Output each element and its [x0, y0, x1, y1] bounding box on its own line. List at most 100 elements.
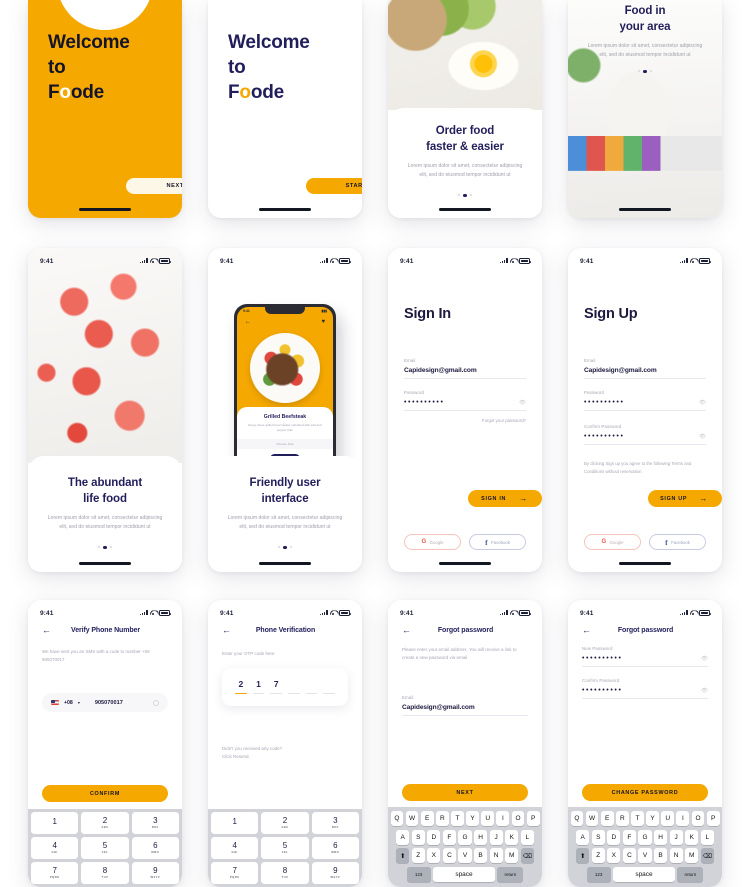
key[interactable]: I — [496, 811, 510, 826]
key[interactable]: D — [427, 829, 441, 845]
eye-toggle-icon[interactable]: 👁 — [701, 656, 708, 662]
keyboard-row-2[interactable]: A S D F G H J K L — [571, 829, 720, 845]
numpad-key[interactable]: 9 WXYZ — [131, 862, 179, 884]
email-input-row[interactable]: Capidesign@gmail.com — [404, 367, 526, 379]
key[interactable]: J — [669, 829, 683, 845]
numpad-key[interactable]: 2 ABC — [81, 812, 129, 834]
keyboard-row-4[interactable]: 123 space return — [391, 866, 540, 882]
phone-number-value[interactable]: 905070017 — [85, 700, 148, 706]
heart-icon[interactable]: ♥ — [321, 319, 325, 325]
email-input-row[interactable]: Capidesign@gmail.com — [584, 367, 706, 379]
numpad-key[interactable]: 6 MNO — [311, 837, 359, 859]
key[interactable]: L — [700, 829, 714, 845]
numpad-key[interactable]: 5 JKL — [261, 837, 309, 859]
facebook-login-button[interactable]: f Facebook — [469, 534, 526, 550]
google-login-button[interactable]: G Google — [404, 534, 461, 550]
email-input-row[interactable]: Capidesign@gmail.com — [402, 704, 528, 716]
key[interactable]: D — [607, 829, 621, 845]
screen-phone-verification[interactable]: 9:41 ← Phone Verification Enter your OTP… — [208, 600, 362, 887]
key[interactable]: E — [600, 811, 614, 826]
key[interactable]: Y — [466, 811, 479, 826]
page-dots[interactable] — [28, 545, 182, 549]
key[interactable]: S — [411, 829, 425, 845]
confirm-password-field[interactable]: Confirm Password •••••••••• 👁 — [584, 424, 706, 445]
screen-sign-up[interactable]: 9:41 Sign Up Email Capidesign@gmail.com … — [568, 248, 722, 572]
key[interactable]: J — [489, 829, 503, 845]
key[interactable]: U — [481, 811, 495, 826]
space-key[interactable]: space — [433, 866, 495, 882]
page-dots[interactable] — [208, 545, 362, 549]
key[interactable]: X — [427, 848, 441, 863]
numbers-key[interactable]: 123 — [406, 866, 431, 882]
numpad-key[interactable]: 3 DEF — [131, 812, 179, 834]
numpad-key[interactable]: 6 MNO — [131, 837, 179, 859]
key[interactable]: M — [505, 848, 519, 863]
screen-forgot-password-email[interactable]: 9:41 ← Forgot password Please enter your… — [388, 600, 542, 887]
next-button[interactable]: NEXT — [402, 784, 528, 801]
numpad-key[interactable]: 2 ABC — [261, 812, 309, 834]
password-input-value[interactable]: •••••••••• — [584, 399, 625, 406]
new-password-input-row[interactable]: •••••••••• 👁 — [582, 655, 708, 667]
key[interactable]: Q — [390, 811, 404, 826]
shift-key[interactable]: ⬆ — [396, 848, 410, 863]
key[interactable]: P — [526, 811, 540, 826]
keyboard-row-3[interactable]: ⬆ Z X C V B N M ⌫ — [571, 848, 720, 863]
eye-toggle-icon[interactable]: 👁 — [519, 400, 526, 406]
key[interactable]: E — [420, 811, 434, 826]
otp-cell-1[interactable]: 2 — [235, 680, 247, 694]
key[interactable]: B — [473, 848, 488, 863]
numpad-key[interactable]: 1 — [211, 812, 259, 834]
screen-order-food[interactable]: Order food faster & easier Lorem ipsum d… — [388, 0, 542, 218]
key[interactable]: Q — [570, 811, 584, 826]
return-key[interactable]: return — [497, 866, 524, 882]
key[interactable]: A — [576, 829, 590, 845]
email-input-value[interactable]: Capidesign@gmail.com — [584, 367, 657, 374]
key[interactable]: F — [622, 829, 637, 845]
page-dot[interactable] — [457, 193, 461, 197]
otp-cell-2[interactable]: 1 — [252, 680, 265, 694]
page-dot-active[interactable] — [283, 545, 287, 549]
numpad-key[interactable]: 7 PQRS — [211, 862, 259, 884]
numpad-key[interactable]: 8 TUV — [261, 862, 309, 884]
numpad-key[interactable]: 4 GHI — [211, 837, 259, 859]
keyboard-row-3[interactable]: ⬆ Z X C V B N M ⌫ — [391, 848, 540, 863]
numpad-key[interactable]: 1 — [31, 812, 79, 834]
key[interactable]: S — [591, 829, 605, 845]
key[interactable]: M — [685, 848, 699, 863]
key[interactable]: C — [442, 848, 457, 863]
key[interactable]: A — [396, 829, 410, 845]
key[interactable]: Y — [646, 811, 659, 826]
numpad-key[interactable]: 9 WXYZ — [311, 862, 359, 884]
key[interactable]: T — [451, 811, 464, 826]
password-input-row[interactable]: •••••••••• 👁 — [404, 399, 526, 411]
key[interactable]: H — [653, 829, 668, 845]
email-field[interactable]: Email Capidesign@gmail.com — [402, 695, 528, 716]
numpad-grid[interactable]: 1 2 ABC 3 DEF 4 GHI 5 JKL 6 MNO 7 PQRS 8 TUV 9W… — [208, 809, 362, 887]
google-login-button[interactable]: G Google — [584, 534, 641, 550]
key[interactable]: P — [706, 811, 720, 826]
password-field[interactable]: Password •••••••••• 👁 — [584, 390, 706, 411]
password-input-value[interactable]: •••••••••• — [404, 399, 445, 406]
otp-input-group[interactable]: 2 1 7 0 0 0 — [222, 668, 348, 706]
screen-abundant-life-food[interactable]: 9:41 The abundant life food Lorem ipsum … — [28, 248, 182, 572]
screen-verify-phone-number[interactable]: 9:41 ← Verify Phone Number We have sent … — [28, 600, 182, 887]
screen-welcome-yellow[interactable]: Welcome to Foode NEXT → — [28, 0, 182, 218]
eye-toggle-icon[interactable]: 👁 — [699, 434, 706, 440]
change-password-button[interactable]: CHANGE PASSWORD — [582, 784, 708, 801]
screen-friendly-user-interface[interactable]: 9:41 9:41 ▮▮▮ ← ♥ Grilled Beefsteak Enjo… — [208, 248, 362, 572]
page-dot-active[interactable] — [643, 69, 647, 73]
confirm-password-input-value[interactable]: •••••••••• — [584, 433, 625, 440]
page-dot[interactable] — [289, 545, 293, 549]
new-password-input-value[interactable]: •••••••••• — [582, 655, 623, 662]
key[interactable]: K — [505, 829, 519, 845]
key[interactable]: F — [442, 829, 457, 845]
chevron-down-icon[interactable]: ▾ — [78, 700, 80, 705]
key[interactable]: O — [691, 811, 705, 826]
return-key[interactable]: return — [677, 866, 704, 882]
key[interactable]: W — [585, 811, 599, 826]
otp-cell-6[interactable]: 0 — [323, 680, 336, 694]
page-dots[interactable] — [388, 193, 542, 197]
key[interactable]: G — [638, 829, 652, 845]
key[interactable]: N — [489, 848, 503, 863]
numpad-grid[interactable]: 1 2 ABC 3 DEF 4 GHI 5 JKL 6 MNO 7 PQRS 8 TUV 9W… — [28, 809, 182, 887]
